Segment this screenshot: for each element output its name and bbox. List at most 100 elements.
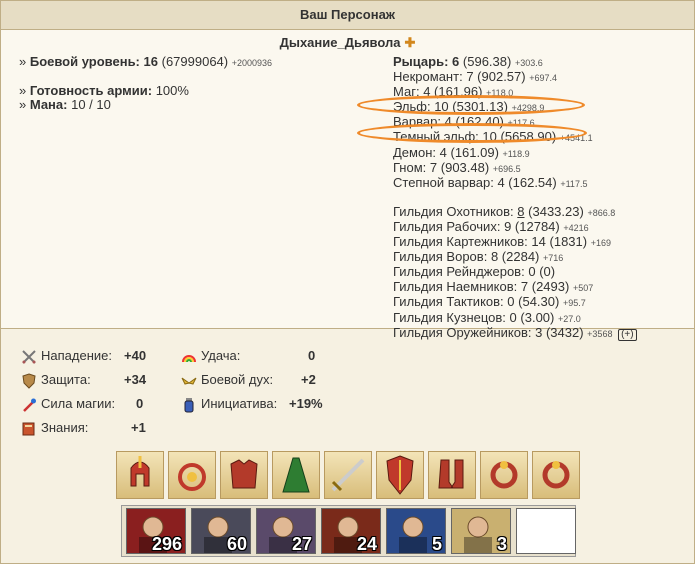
guild-row: Гильдия Воров: 8 (2284) +716 (393, 250, 637, 265)
guild-name: Гильдия Картежников: (393, 234, 528, 250)
potion-icon (181, 397, 197, 413)
guild-list: Гильдия Охотников: 8 (3433.23) +866.8 Гил… (393, 203, 637, 341)
empty-slot[interactable] (516, 508, 576, 554)
guild-exp-delta: +716 (543, 253, 564, 264)
guild-row: Гильдия Рейнджеров: 0 (0) (393, 265, 637, 280)
character-name[interactable]: Дыхание_Дьявола (280, 35, 401, 50)
stat-value: +34 (124, 372, 147, 387)
guild-level[interactable]: 8 (517, 204, 524, 219)
unit-count: 24 (356, 534, 377, 554)
army-readiness-row: » Готовность армии: 100% (19, 83, 189, 98)
footman-unit-icon[interactable]: 60 (191, 508, 251, 554)
panel-title: Ваш Персонаж (1, 1, 694, 30)
highlight-oval (357, 123, 587, 143)
guild-level: 0 (528, 264, 536, 280)
guild-exp: (0) (539, 264, 556, 280)
faction-name: Гном: (393, 159, 427, 175)
stat-row: Сила магии: 0 (21, 395, 143, 413)
guild-row: Гильдия Кузнецов: 0 (3.00) +27.0 (393, 310, 637, 326)
guild-exp: (2493) (531, 279, 570, 295)
guild-level: 8 (490, 249, 499, 265)
stat-value: 0 (136, 396, 144, 411)
guild-exp: (54.30) (518, 294, 560, 310)
stat-label: Боевой дух: (201, 372, 274, 387)
amulet-icon[interactable] (168, 451, 216, 499)
griffin-unit-icon[interactable]: 27 (256, 508, 316, 554)
guild-level: 7 (520, 279, 529, 295)
faction-exp: (596.38) (462, 54, 512, 69)
combat-exp: (67999064) (161, 54, 229, 69)
stat-value: +40 (124, 348, 147, 363)
shield-icon[interactable] (376, 451, 424, 499)
guild-exp-delta: +169 (590, 238, 611, 249)
mana-value: 10 / 10 (71, 97, 111, 112)
character-panel: Ваш Персонаж Дыхание_Дьявола ✚ » Боевой у… (0, 0, 695, 564)
faction-exp: (161.09) (450, 144, 499, 160)
guild-level: 0 (507, 294, 515, 310)
unit-count: 296 (151, 534, 182, 554)
faction-row: Степной варвар: 4 (162.54) +117.5 (393, 174, 637, 191)
guild-row: Гильдия Наемников: 7 (2493) +507 (393, 280, 637, 295)
stat-row: Защита: +34 (21, 371, 146, 389)
guild-name: Гильдия Рабочих: (393, 218, 501, 234)
faction-name: Рыцарь: (393, 54, 449, 69)
guild-exp-delta: +27.0 (558, 313, 581, 324)
helmet-icon[interactable] (116, 451, 164, 499)
peasant-unit-icon[interactable]: 296 (126, 508, 186, 554)
highlight-oval (357, 95, 585, 115)
cavalier-unit-icon[interactable]: 5 (386, 508, 446, 554)
cloak-icon[interactable] (272, 451, 320, 499)
guild-exp-delta: +507 (572, 283, 594, 294)
guild-row: Гильдия Рабочих: 9 (12784) +4216 (393, 218, 637, 235)
unit-count: 3 (496, 534, 507, 554)
stat-row: Боевой дух: +2 (181, 371, 316, 389)
combat-exp-delta: +2000936 (231, 58, 273, 68)
combat-level-label: Боевой уровень: (29, 54, 140, 69)
faction-exp-delta: +696.5 (492, 163, 521, 174)
wand-icon (21, 397, 37, 413)
book-icon (21, 421, 37, 437)
faction-level: 4 (497, 174, 505, 190)
armor-icon[interactable] (220, 451, 268, 499)
character-info-section: Дыхание_Дьявола ✚ » Боевой уровень: 16 (6… (1, 30, 694, 341)
stat-label: Удача: (201, 348, 241, 363)
guild-level: 9 (504, 218, 512, 234)
unit-count: 27 (291, 534, 312, 554)
faction-name: Демон: (393, 144, 436, 160)
faction-exp-delta: +117.5 (560, 178, 588, 189)
faction-level: 7 (466, 69, 474, 85)
combat-level-value: 16 (143, 54, 158, 69)
faction-row: Некромант: 7 (902.57) +697.4 (393, 70, 637, 85)
guild-row: Гильдия Картежников: 14 (1831) +169 (393, 234, 637, 250)
faction-row: Рыцарь: 6 (596.38) +303.6 (393, 54, 637, 70)
unit-count: 5 (431, 534, 442, 554)
combat-level-row: » Боевой уровень: 16 (67999064) +2000936 (19, 54, 273, 69)
boots-icon[interactable] (428, 451, 476, 499)
stat-row: Удача: 0 (181, 347, 315, 365)
mana-row: » Мана: 10 / 10 (19, 97, 111, 112)
stats-section: Нападение: +40 Защита: +34 Сила магии: 0 Знани… (1, 329, 694, 563)
guild-exp: (12784) (514, 218, 560, 234)
guild-row: Гильдия Тактиков: 0 (54.30) +95.7 (393, 295, 637, 310)
guild-name: Гильдия Охотников: (393, 203, 514, 219)
guild-exp-delta: +4216 (563, 222, 589, 233)
guild-exp: (1831) (549, 234, 588, 250)
ring-icon[interactable] (532, 451, 580, 499)
faction-exp: (162.54) (508, 174, 557, 190)
guild-level: 14 (531, 234, 546, 250)
ring-icon[interactable] (480, 451, 528, 499)
stat-label: Защита: (41, 372, 91, 387)
stat-label: Инициатива: (201, 396, 278, 411)
faction-row: Демон: 4 (161.09) +118.9 (393, 144, 637, 161)
stat-value: +2 (301, 372, 316, 387)
guild-name: Гильдия Наемников: (393, 279, 518, 295)
angel-unit-icon[interactable]: 3 (451, 508, 511, 554)
faction-level: 4 (439, 144, 447, 160)
stat-label: Знания: (41, 420, 89, 435)
faction-row: Гном: 7 (903.48) +696.5 (393, 159, 637, 176)
faction-level: 6 (452, 54, 460, 69)
sword-icon[interactable] (324, 451, 372, 499)
guild-exp-delta: +866.8 (587, 207, 616, 218)
shield-icon (21, 373, 37, 389)
priest-unit-icon[interactable]: 24 (321, 508, 381, 554)
